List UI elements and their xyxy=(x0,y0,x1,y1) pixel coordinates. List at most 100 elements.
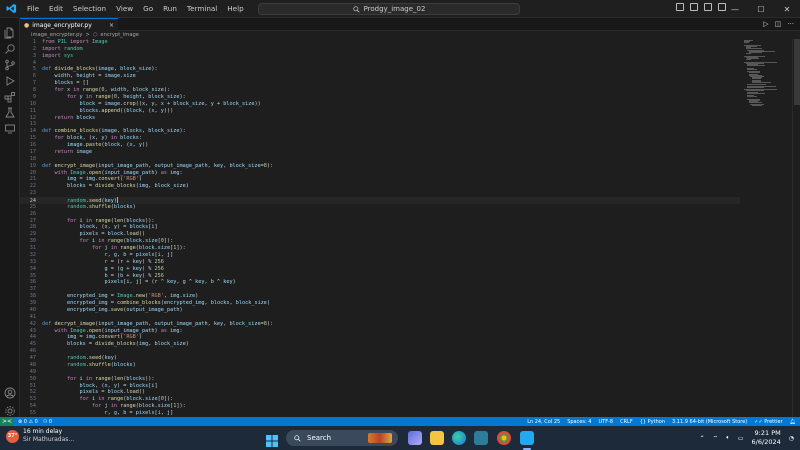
run-debug-icon[interactable] xyxy=(4,72,16,86)
code-line[interactable]: 30 for i in range(block.size[0]): xyxy=(20,238,740,245)
code-line[interactable]: 10 block = image.crop((x, y, x + block_s… xyxy=(20,101,740,108)
menu-selection[interactable]: Selection xyxy=(68,0,111,18)
minimap[interactable] xyxy=(742,39,792,417)
code-line[interactable]: 23 xyxy=(20,190,740,197)
code-line[interactable]: 52 pixels = block.load() xyxy=(20,389,740,396)
search-icon[interactable] xyxy=(4,40,16,54)
accounts-icon[interactable] xyxy=(4,384,16,399)
battery-icon[interactable]: ▭ xyxy=(738,435,744,442)
code-line[interactable]: 20 with Image.open(input_image_path) as … xyxy=(20,170,740,177)
menu-view[interactable]: View xyxy=(111,0,138,18)
scrollbar-thumb[interactable] xyxy=(794,39,800,105)
breadcrumb-symbol[interactable]: encrypt_image xyxy=(100,32,139,38)
breadcrumb-file[interactable]: image_encrypter.py xyxy=(31,32,82,38)
edge-browser-icon[interactable] xyxy=(452,431,466,445)
menu-terminal[interactable]: Terminal xyxy=(182,0,222,18)
code-line[interactable]: 15 for block, (x, y) in blocks: xyxy=(20,135,740,142)
code-line[interactable]: 21 img = img.convert('RGB') xyxy=(20,176,740,183)
menu-edit[interactable]: Edit xyxy=(44,0,68,18)
menu-run[interactable]: Run xyxy=(158,0,182,18)
file-explorer-icon[interactable] xyxy=(430,431,444,445)
code-line[interactable]: 43 with Image.open(input_image_path) as … xyxy=(20,328,740,335)
tab-close-icon[interactable]: × xyxy=(109,22,114,29)
toggle-panel-icon[interactable] xyxy=(690,3,698,11)
code-line[interactable]: 28 block, (x, y) = blocks[i] xyxy=(20,224,740,231)
code-line[interactable]: 50 for i in range(len(blocks)): xyxy=(20,376,740,383)
code-line[interactable]: 35 b = (b + key) % 256 xyxy=(20,273,740,280)
code-line[interactable]: 41 xyxy=(20,314,740,321)
vscode-taskbar-icon[interactable] xyxy=(520,431,534,445)
code-line[interactable]: 29 pixels = block.load() xyxy=(20,231,740,238)
maximize-button[interactable]: ☐ xyxy=(748,0,774,18)
code-line[interactable]: 36 pixels[i, j] = (r ^ key, g ^ key, b ^… xyxy=(20,279,740,286)
taskbar-search[interactable]: Search xyxy=(286,430,398,446)
menu-help[interactable]: Help xyxy=(222,0,248,18)
code-line[interactable]: 48 random.shuffle(blocks) xyxy=(20,362,740,369)
code-line[interactable]: 9 for y in range(0, height, block_size): xyxy=(20,94,740,101)
code-line[interactable]: 27 for i in range(len(blocks)): xyxy=(20,218,740,225)
code-line[interactable]: 4 xyxy=(20,60,740,67)
code-line[interactable]: 55 r, g, b = pixels[i, j] xyxy=(20,410,740,417)
code-line[interactable]: 1 from PIL import Image xyxy=(20,39,740,46)
task-view-icon[interactable] xyxy=(408,431,422,445)
code-line[interactable]: 53 for i in range(block.size[0]): xyxy=(20,396,740,403)
python-interpreter[interactable]: 3.11.9 64-bit (Microsoft Store) xyxy=(672,419,747,425)
code-editor[interactable]: 1 from PIL import Image 2 import random 3 imp… xyxy=(20,39,742,417)
code-line[interactable]: 34 g = (g + key) % 256 xyxy=(20,266,740,273)
code-line[interactable]: 17 return image xyxy=(20,149,740,156)
menu-go[interactable]: Go xyxy=(138,0,158,18)
code-line[interactable]: 51 block, (x, y) = blocks[i] xyxy=(20,383,740,390)
code-line[interactable]: 39 encrypted_img = combine_blocks(encryp… xyxy=(20,300,740,307)
code-line[interactable]: 45 blocks = divide_blocks(img, block_siz… xyxy=(20,341,740,348)
extensions-icon[interactable] xyxy=(4,88,16,103)
code-line[interactable]: 2 import random xyxy=(20,46,740,53)
prettier-status[interactable]: ✓✓ Prettier xyxy=(754,419,782,425)
code-line[interactable]: 49 xyxy=(20,369,740,376)
source-control-icon[interactable] xyxy=(4,56,16,71)
code-line[interactable]: 3 import sys xyxy=(20,53,740,60)
volume-icon[interactable]: 🔈︎ xyxy=(726,434,730,442)
weather-widget[interactable]: 37° 16 min delay Sir Mathuradas... xyxy=(6,428,74,444)
code-line[interactable]: 13 xyxy=(20,121,740,128)
notifications-bell-icon[interactable]: 🔔︎ xyxy=(790,419,796,425)
close-button[interactable]: ✕ xyxy=(774,0,800,18)
code-line[interactable]: 42 def decrypt_image(input_image_path, ou… xyxy=(20,321,740,328)
tray-overflow-icon[interactable]: ⌃ xyxy=(700,435,705,442)
menu-file[interactable]: File xyxy=(22,0,44,18)
encoding[interactable]: UTF-8 xyxy=(598,419,613,425)
store-icon[interactable] xyxy=(474,431,488,445)
testing-icon[interactable] xyxy=(4,104,16,118)
ports-indicator[interactable]: ⚇ 0 xyxy=(43,419,52,425)
code-line[interactable]: 5 def divide_blocks(image, block_size): xyxy=(20,66,740,73)
code-line[interactable]: 25 random.shuffle(blocks) xyxy=(20,204,740,211)
code-line[interactable]: 7 blocks = [] xyxy=(20,80,740,87)
code-line[interactable]: 11 blocks.append((block, (x, y))) xyxy=(20,108,740,115)
more-actions-icon[interactable]: ··· xyxy=(787,20,794,28)
code-line[interactable]: 44 img = img.convert('RGB') xyxy=(20,334,740,341)
split-editor-icon[interactable]: ◫ xyxy=(775,20,782,28)
code-line[interactable]: 8 for x in range(0, width, block_size): xyxy=(20,87,740,94)
code-line[interactable]: 18 xyxy=(20,156,740,163)
run-file-icon[interactable]: ▷ xyxy=(763,20,768,28)
clock[interactable]: 9:21 PM 6/6/2024 xyxy=(752,429,781,447)
code-line[interactable]: 22 blocks = divide_blocks(img, block_siz… xyxy=(20,183,740,190)
command-center-search[interactable]: Prodgy_image_02 xyxy=(258,3,520,15)
chrome-browser-icon[interactable] xyxy=(497,431,511,445)
indentation[interactable]: Spaces: 4 xyxy=(567,419,591,425)
code-line[interactable]: 33 r = (r + key) % 256 xyxy=(20,259,740,266)
cursor-position[interactable]: Ln 24, Col 25 xyxy=(527,419,560,425)
code-line[interactable]: 6 width, height = image.size xyxy=(20,73,740,80)
code-line[interactable]: 47 random.seed(key) xyxy=(20,355,740,362)
wifi-icon[interactable]: ⌔ xyxy=(713,434,719,442)
code-line[interactable]: 16 image.paste(block, (x, y)) xyxy=(20,142,740,149)
notification-center-icon[interactable]: ◔ xyxy=(789,435,794,442)
code-line[interactable]: 37 xyxy=(20,286,740,293)
code-line[interactable]: 24 random.seed(key) xyxy=(20,197,740,204)
code-line[interactable]: 26 xyxy=(20,211,740,218)
code-line[interactable]: 32 r, g, b = pixels[i, j] xyxy=(20,252,740,259)
code-line[interactable]: 40 encrypted_img.save(output_image_path) xyxy=(20,307,740,314)
code-line[interactable]: 19 def encrypt_image(input_image_path, ou… xyxy=(20,163,740,170)
remote-explorer-icon[interactable] xyxy=(4,120,16,134)
minimize-button[interactable]: — xyxy=(722,0,748,18)
remote-indicator[interactable]: >< xyxy=(0,417,14,426)
